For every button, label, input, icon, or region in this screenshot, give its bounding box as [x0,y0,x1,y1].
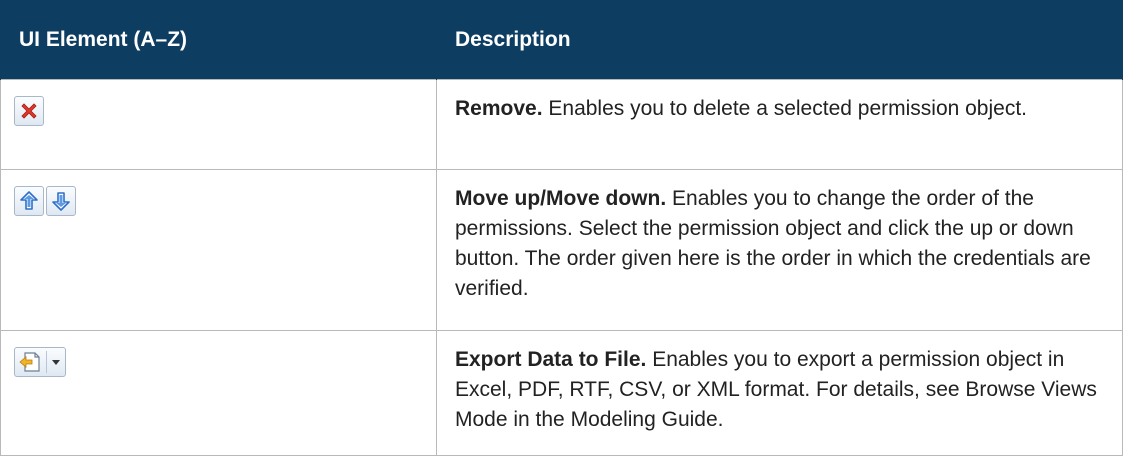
description-cell: Move up/Move down. Enables you to change… [436,169,1123,331]
table-row: Export Data to File. Enables you to expo… [0,330,1123,456]
header-description: Description [436,0,1123,80]
description-cell: Export Data to File. Enables you to expo… [436,330,1123,456]
table-header-row: UI Element (A–Z) Description [0,0,1123,80]
ui-element-cell [0,330,437,456]
export-data-icon [19,352,40,372]
dropdown-arrow-icon[interactable] [52,360,60,365]
term-label: Export Data to File. [455,348,647,371]
description-text: Enables you to delete a selected permiss… [542,97,1028,120]
table-row: Move up/Move down. Enables you to change… [0,169,1123,331]
term-label: Remove. [455,97,543,120]
header-ui-element: UI Element (A–Z) [0,0,437,80]
ui-element-cell [0,79,437,170]
term-label: Move up/Move down. [455,187,667,210]
table-row: Remove. Enables you to delete a selected… [0,79,1123,170]
ui-elements-table: UI Element (A–Z) Description Remove. Ena… [0,0,1123,456]
ui-element-cell [0,169,437,331]
move-up-icon[interactable] [14,186,44,216]
export-data-button[interactable] [14,347,66,377]
remove-icon[interactable] [14,96,44,126]
description-cell: Remove. Enables you to delete a selected… [436,79,1123,170]
button-separator [46,351,47,373]
move-down-icon[interactable] [46,186,76,216]
